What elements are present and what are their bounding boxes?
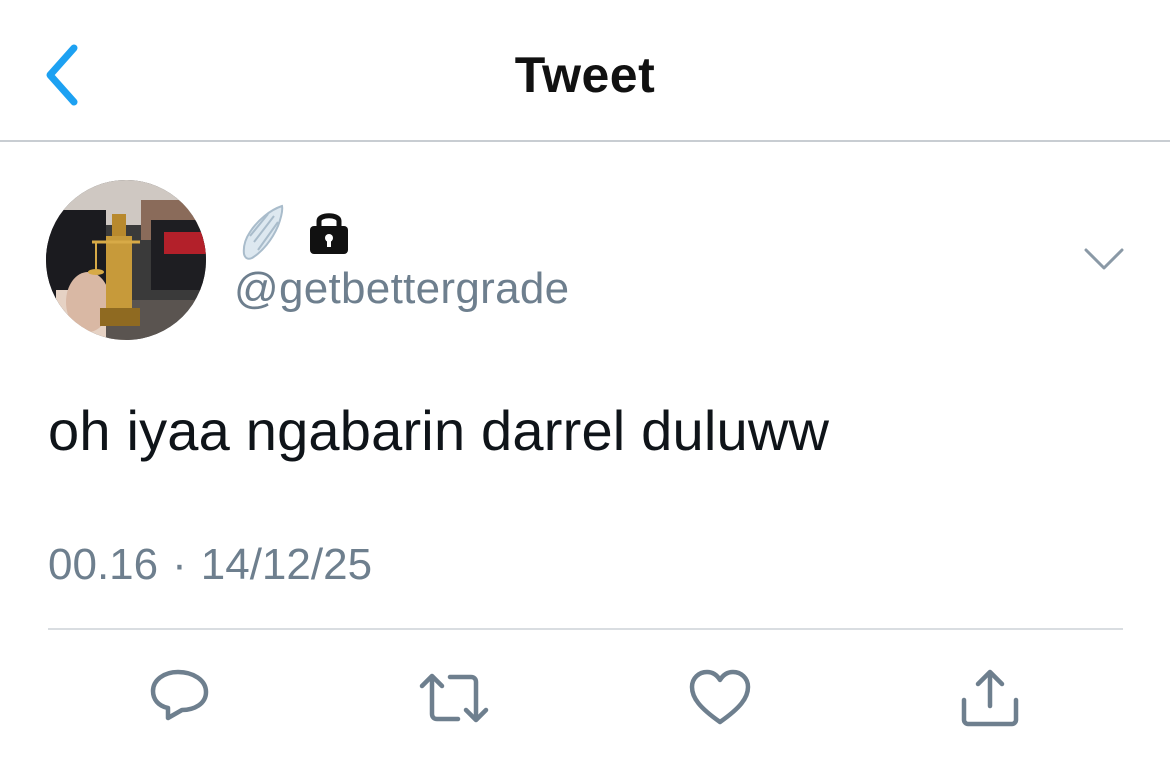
- author-handle[interactable]: @getbettergrade: [234, 264, 569, 314]
- like-button[interactable]: [688, 666, 752, 730]
- avatar[interactable]: [46, 180, 206, 340]
- tweet-timestamp: 00.16 · 14/12/25: [48, 540, 372, 590]
- retweet-icon: [419, 673, 489, 723]
- tweet-text: oh iyaa ngabarin darrel duluww: [48, 399, 830, 462]
- share-button[interactable]: [958, 666, 1022, 730]
- page-title: Tweet: [514, 47, 656, 103]
- share-icon: [961, 669, 1019, 727]
- chevron-down-icon: [1084, 248, 1124, 270]
- retweet-button[interactable]: [418, 666, 489, 730]
- like-icon: [689, 669, 751, 725]
- reply-button[interactable]: [148, 666, 212, 730]
- wing-emoji-icon: [242, 204, 284, 260]
- tweet-options-button[interactable]: [1082, 240, 1126, 276]
- reply-icon: [150, 669, 209, 721]
- nav-bar: Tweet: [0, 0, 1170, 142]
- tweet-date: 14/12/25: [200, 540, 373, 589]
- author-name-row: [240, 202, 350, 262]
- divider: [48, 628, 1123, 630]
- avatar-photo: [46, 180, 206, 340]
- timestamp-separator: ·: [172, 540, 187, 589]
- lock-icon: [310, 213, 348, 254]
- tweet-time: 00.16: [48, 540, 159, 589]
